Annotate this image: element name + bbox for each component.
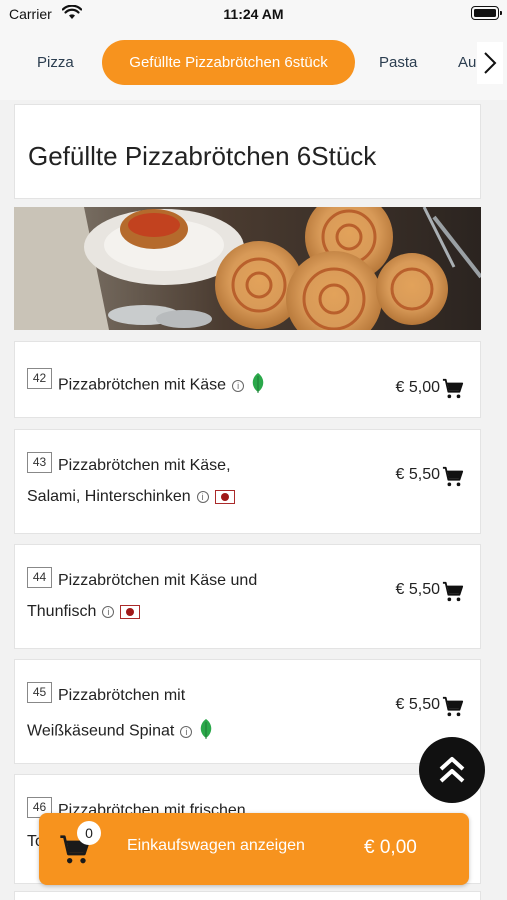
- item-name-line2: Salami, Hinterschinken i: [27, 488, 235, 506]
- menu-item-42[interactable]: 42 Pizzabrötchen mit Käse i € 5,00: [14, 341, 481, 418]
- cart-icon[interactable]: [442, 378, 464, 400]
- menu-item-45[interactable]: 45 Pizzabrötchen mit Weißkäseund Spinat i…: [14, 659, 481, 764]
- tab-au[interactable]: Au: [458, 40, 476, 85]
- tab-pizza[interactable]: Pizza: [37, 40, 74, 85]
- item-price: € 5,50: [395, 696, 440, 713]
- cart-count-badge: 0: [77, 821, 101, 845]
- item-name: Pizzabrötchen mit Käse i: [58, 372, 266, 399]
- category-title: Gefüllte Pizzabrötchen 6Stück: [28, 141, 377, 171]
- cart-icon[interactable]: [442, 696, 464, 718]
- chevron-right-icon[interactable]: [477, 42, 503, 84]
- item-name-line1: Pizzabrötchen mit: [58, 687, 186, 704]
- menu-item-next: [14, 891, 481, 900]
- item-price: € 5,50: [395, 466, 440, 483]
- scroll-to-top-button[interactable]: [419, 737, 485, 803]
- item-number: 42: [27, 368, 52, 389]
- item-name-line2: Weißkäseund Spinat i: [27, 718, 214, 745]
- battery-icon: [471, 6, 502, 20]
- item-price: € 5,00: [395, 379, 440, 396]
- info-icon[interactable]: i: [102, 605, 115, 618]
- category-banner-image: [14, 207, 481, 330]
- tab-pasta[interactable]: Pasta: [379, 40, 417, 85]
- double-chevron-up-icon: [439, 757, 465, 783]
- menu-item-43[interactable]: 43 Pizzabrötchen mit Käse, Salami, Hinte…: [14, 429, 481, 534]
- menu-item-44[interactable]: 44 Pizzabrötchen mit Käse und Thunfisch i…: [14, 544, 481, 649]
- leaf-icon: [250, 372, 266, 399]
- cart-icon[interactable]: [442, 581, 464, 603]
- view-cart-label: Einkaufswagen anzeigen: [127, 837, 305, 854]
- meat-icon: [214, 489, 235, 504]
- leaf-icon: [198, 718, 214, 745]
- info-icon[interactable]: i: [180, 725, 193, 738]
- cart-icon[interactable]: [442, 466, 464, 488]
- item-name-line1: Pizzabrötchen mit Käse und: [58, 572, 258, 589]
- view-cart-button[interactable]: 0 Einkaufswagen anzeigen € 0,00: [39, 813, 469, 885]
- info-icon[interactable]: i: [196, 490, 209, 503]
- meat-icon: [120, 604, 141, 619]
- status-bar: Carrier 11:24 AM: [0, 0, 507, 26]
- item-name-line2: Thunfisch i: [27, 603, 141, 621]
- item-number: 43: [27, 452, 52, 473]
- item-name-line1: Pizzabrötchen mit Käse,: [58, 457, 231, 474]
- tab-gefuellte-pizzabroetchen[interactable]: Gefüllte Pizzabrötchen 6stück: [102, 40, 355, 85]
- item-number: 45: [27, 682, 52, 703]
- category-tabs: Pizza Gefüllte Pizzabrötchen 6stück Past…: [0, 26, 507, 100]
- clock: 11:24 AM: [223, 6, 284, 22]
- item-price: € 5,50: [395, 581, 440, 598]
- item-number: 44: [27, 567, 52, 588]
- cart-total: € 0,00: [364, 837, 417, 858]
- category-header: Gefüllte Pizzabrötchen 6Stück: [14, 104, 481, 199]
- info-icon[interactable]: i: [232, 379, 245, 392]
